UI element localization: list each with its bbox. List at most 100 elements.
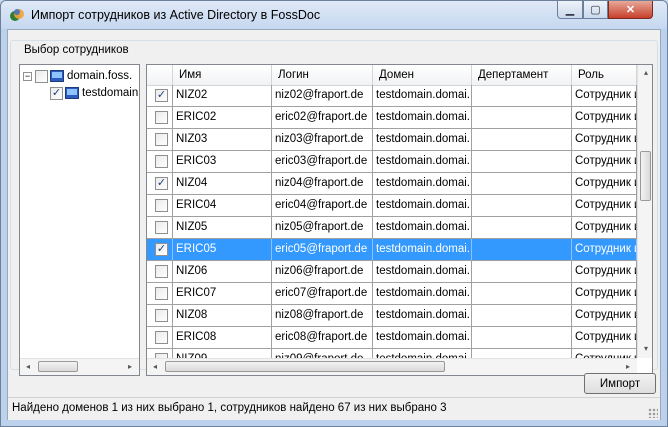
cell-department (472, 195, 572, 216)
resize-grip-icon[interactable] (648, 408, 658, 418)
table-row[interactable]: NIZ05 niz05@fraport.de testdomain.domai...… (147, 217, 637, 239)
cell-domain: testdomain.domai... (373, 239, 472, 260)
tree-checkbox-domain[interactable] (35, 69, 48, 83)
cell-check[interactable] (147, 283, 173, 304)
cell-check[interactable] (147, 107, 173, 128)
grid-vertical-thumb[interactable] (640, 151, 651, 201)
row-checkbox[interactable] (155, 133, 168, 146)
cell-check[interactable]: ✓ (147, 173, 173, 194)
cell-domain: testdomain.domai... (373, 327, 472, 348)
maximize-button[interactable]: ▢ (583, 1, 608, 19)
cell-login: niz02@fraport.de (272, 85, 373, 106)
cell-role: Сотрудник исп (572, 195, 637, 216)
tree-node-label: domain.foss. (67, 70, 133, 82)
table-row[interactable]: ERIC08 eric08@fraport.de testdomain.domai.… (147, 327, 637, 349)
cell-role: Сотрудник исп (572, 129, 637, 150)
table-row[interactable]: ERIC04 eric04@fraport.de testdomain.domai.… (147, 195, 637, 217)
scroll-up-icon[interactable]: ▴ (641, 68, 651, 78)
row-checkbox[interactable] (155, 309, 168, 322)
grid-vertical-scrollbar[interactable]: ▴ ▾ (637, 65, 652, 358)
cell-check[interactable] (147, 305, 173, 326)
cell-login: eric04@fraport.de (272, 195, 373, 216)
table-row[interactable]: ERIC07 eric07@fraport.de testdomain.domai.… (147, 283, 637, 305)
cell-login: eric07@fraport.de (272, 283, 373, 304)
tree-scroll-thumb[interactable] (38, 361, 78, 372)
table-row[interactable]: NIZ08 niz08@fraport.de testdomain.domai...… (147, 305, 637, 327)
employees-grid[interactable]: Имя Логин Домен Депертамент Роль ✓ NIZ02 n… (146, 64, 653, 376)
cell-check[interactable]: ✓ (147, 239, 173, 260)
cell-login: niz03@fraport.de (272, 129, 373, 150)
cell-domain: testdomain.domai... (373, 151, 472, 172)
row-checkbox[interactable] (155, 287, 168, 300)
tree-checkbox-testdomain[interactable]: ✓ (50, 86, 63, 100)
column-header-role[interactable]: Роль (572, 65, 637, 85)
tree-node-domain[interactable]: − domain.foss. (23, 68, 132, 84)
cell-check[interactable] (147, 217, 173, 238)
cell-login: niz05@fraport.de (272, 217, 373, 238)
cell-login: eric08@fraport.de (272, 327, 373, 348)
cell-check[interactable] (147, 129, 173, 150)
cell-name: ERIC07 (173, 283, 272, 304)
cell-name: NIZ02 (173, 85, 272, 106)
import-button[interactable]: Импорт (584, 373, 656, 394)
column-header-department[interactable]: Депертамент (472, 65, 572, 85)
domain-tree[interactable]: − domain.foss. ✓ testdomain ◂ ▸ (19, 64, 140, 376)
cell-role: Сотрудник исп (572, 283, 637, 304)
row-checkbox[interactable] (155, 199, 168, 212)
cell-name: NIZ04 (173, 173, 272, 194)
scroll-right-icon[interactable]: ▸ (623, 362, 633, 372)
close-button[interactable]: ✕ (608, 1, 653, 19)
row-checkbox[interactable]: ✓ (155, 177, 168, 190)
cell-domain: testdomain.domai... (373, 261, 472, 282)
column-header-name[interactable]: Имя (173, 65, 272, 85)
row-checkbox[interactable]: ✓ (155, 89, 168, 102)
row-checkbox[interactable] (155, 111, 168, 124)
scroll-left-icon[interactable]: ◂ (150, 362, 160, 372)
cell-check[interactable] (147, 195, 173, 216)
cell-check[interactable]: ✓ (147, 85, 173, 106)
cell-login: niz08@fraport.de (272, 305, 373, 326)
table-row[interactable]: ERIC03 eric03@fraport.de testdomain.domai.… (147, 151, 637, 173)
row-checkbox[interactable] (155, 155, 168, 168)
table-row[interactable]: ERIC02 eric02@fraport.de testdomain.domai.… (147, 107, 637, 129)
table-row[interactable]: NIZ06 niz06@fraport.de testdomain.domai...… (147, 261, 637, 283)
row-checkbox[interactable] (155, 331, 168, 344)
cell-department (472, 151, 572, 172)
tree-node-label: testdomain (82, 87, 139, 99)
table-row[interactable]: ✓ NIZ02 niz02@fraport.de testdomain.domai..… (147, 85, 637, 107)
scroll-right-icon[interactable]: ▸ (125, 362, 135, 372)
scroll-left-icon[interactable]: ◂ (23, 362, 33, 372)
close-icon: ✕ (625, 4, 636, 16)
grid-horizontal-scrollbar[interactable]: ◂ ▸ (147, 358, 637, 375)
grid-horizontal-thumb[interactable] (165, 361, 445, 372)
title-bar[interactable]: Импорт сотрудников из Active Directory в… (1, 1, 667, 29)
cell-check[interactable] (147, 327, 173, 348)
group-label: Выбор сотрудников (21, 44, 132, 56)
cell-check[interactable] (147, 261, 173, 282)
collapse-icon[interactable]: − (23, 71, 32, 81)
table-row[interactable]: NIZ03 niz03@fraport.de testdomain.domai...… (147, 129, 637, 151)
tree-node-testdomain[interactable]: ✓ testdomain (50, 85, 138, 101)
table-row[interactable]: ✓ NIZ04 niz04@fraport.de testdomain.domai..… (147, 173, 637, 195)
grid-header: Имя Логин Домен Депертамент Роль (147, 65, 637, 86)
cell-name: NIZ03 (173, 129, 272, 150)
cell-role: Сотрудник исп (572, 261, 637, 282)
tree-horizontal-scrollbar[interactable]: ◂ ▸ (20, 358, 139, 375)
minimize-button[interactable]: ▁ (557, 1, 583, 19)
scroll-down-icon[interactable]: ▾ (641, 344, 651, 354)
cell-department (472, 85, 572, 106)
column-header-login[interactable]: Логин (272, 65, 373, 85)
cell-role: Сотрудник исп (572, 239, 637, 260)
domain-computer-icon (65, 87, 79, 99)
row-checkbox[interactable] (155, 265, 168, 278)
cell-check[interactable] (147, 151, 173, 172)
minimize-icon: ▁ (565, 4, 575, 16)
column-header-domain[interactable]: Домен (373, 65, 472, 85)
row-checkbox[interactable]: ✓ (155, 243, 168, 256)
cell-name: ERIC03 (173, 151, 272, 172)
row-checkbox[interactable] (155, 221, 168, 234)
cell-name: ERIC05 (173, 239, 272, 260)
table-row[interactable]: ✓ ERIC05 eric05@fraport.de testdomain.domai… (147, 239, 637, 261)
column-header-check[interactable] (147, 65, 173, 85)
domain-computer-icon (50, 70, 64, 82)
